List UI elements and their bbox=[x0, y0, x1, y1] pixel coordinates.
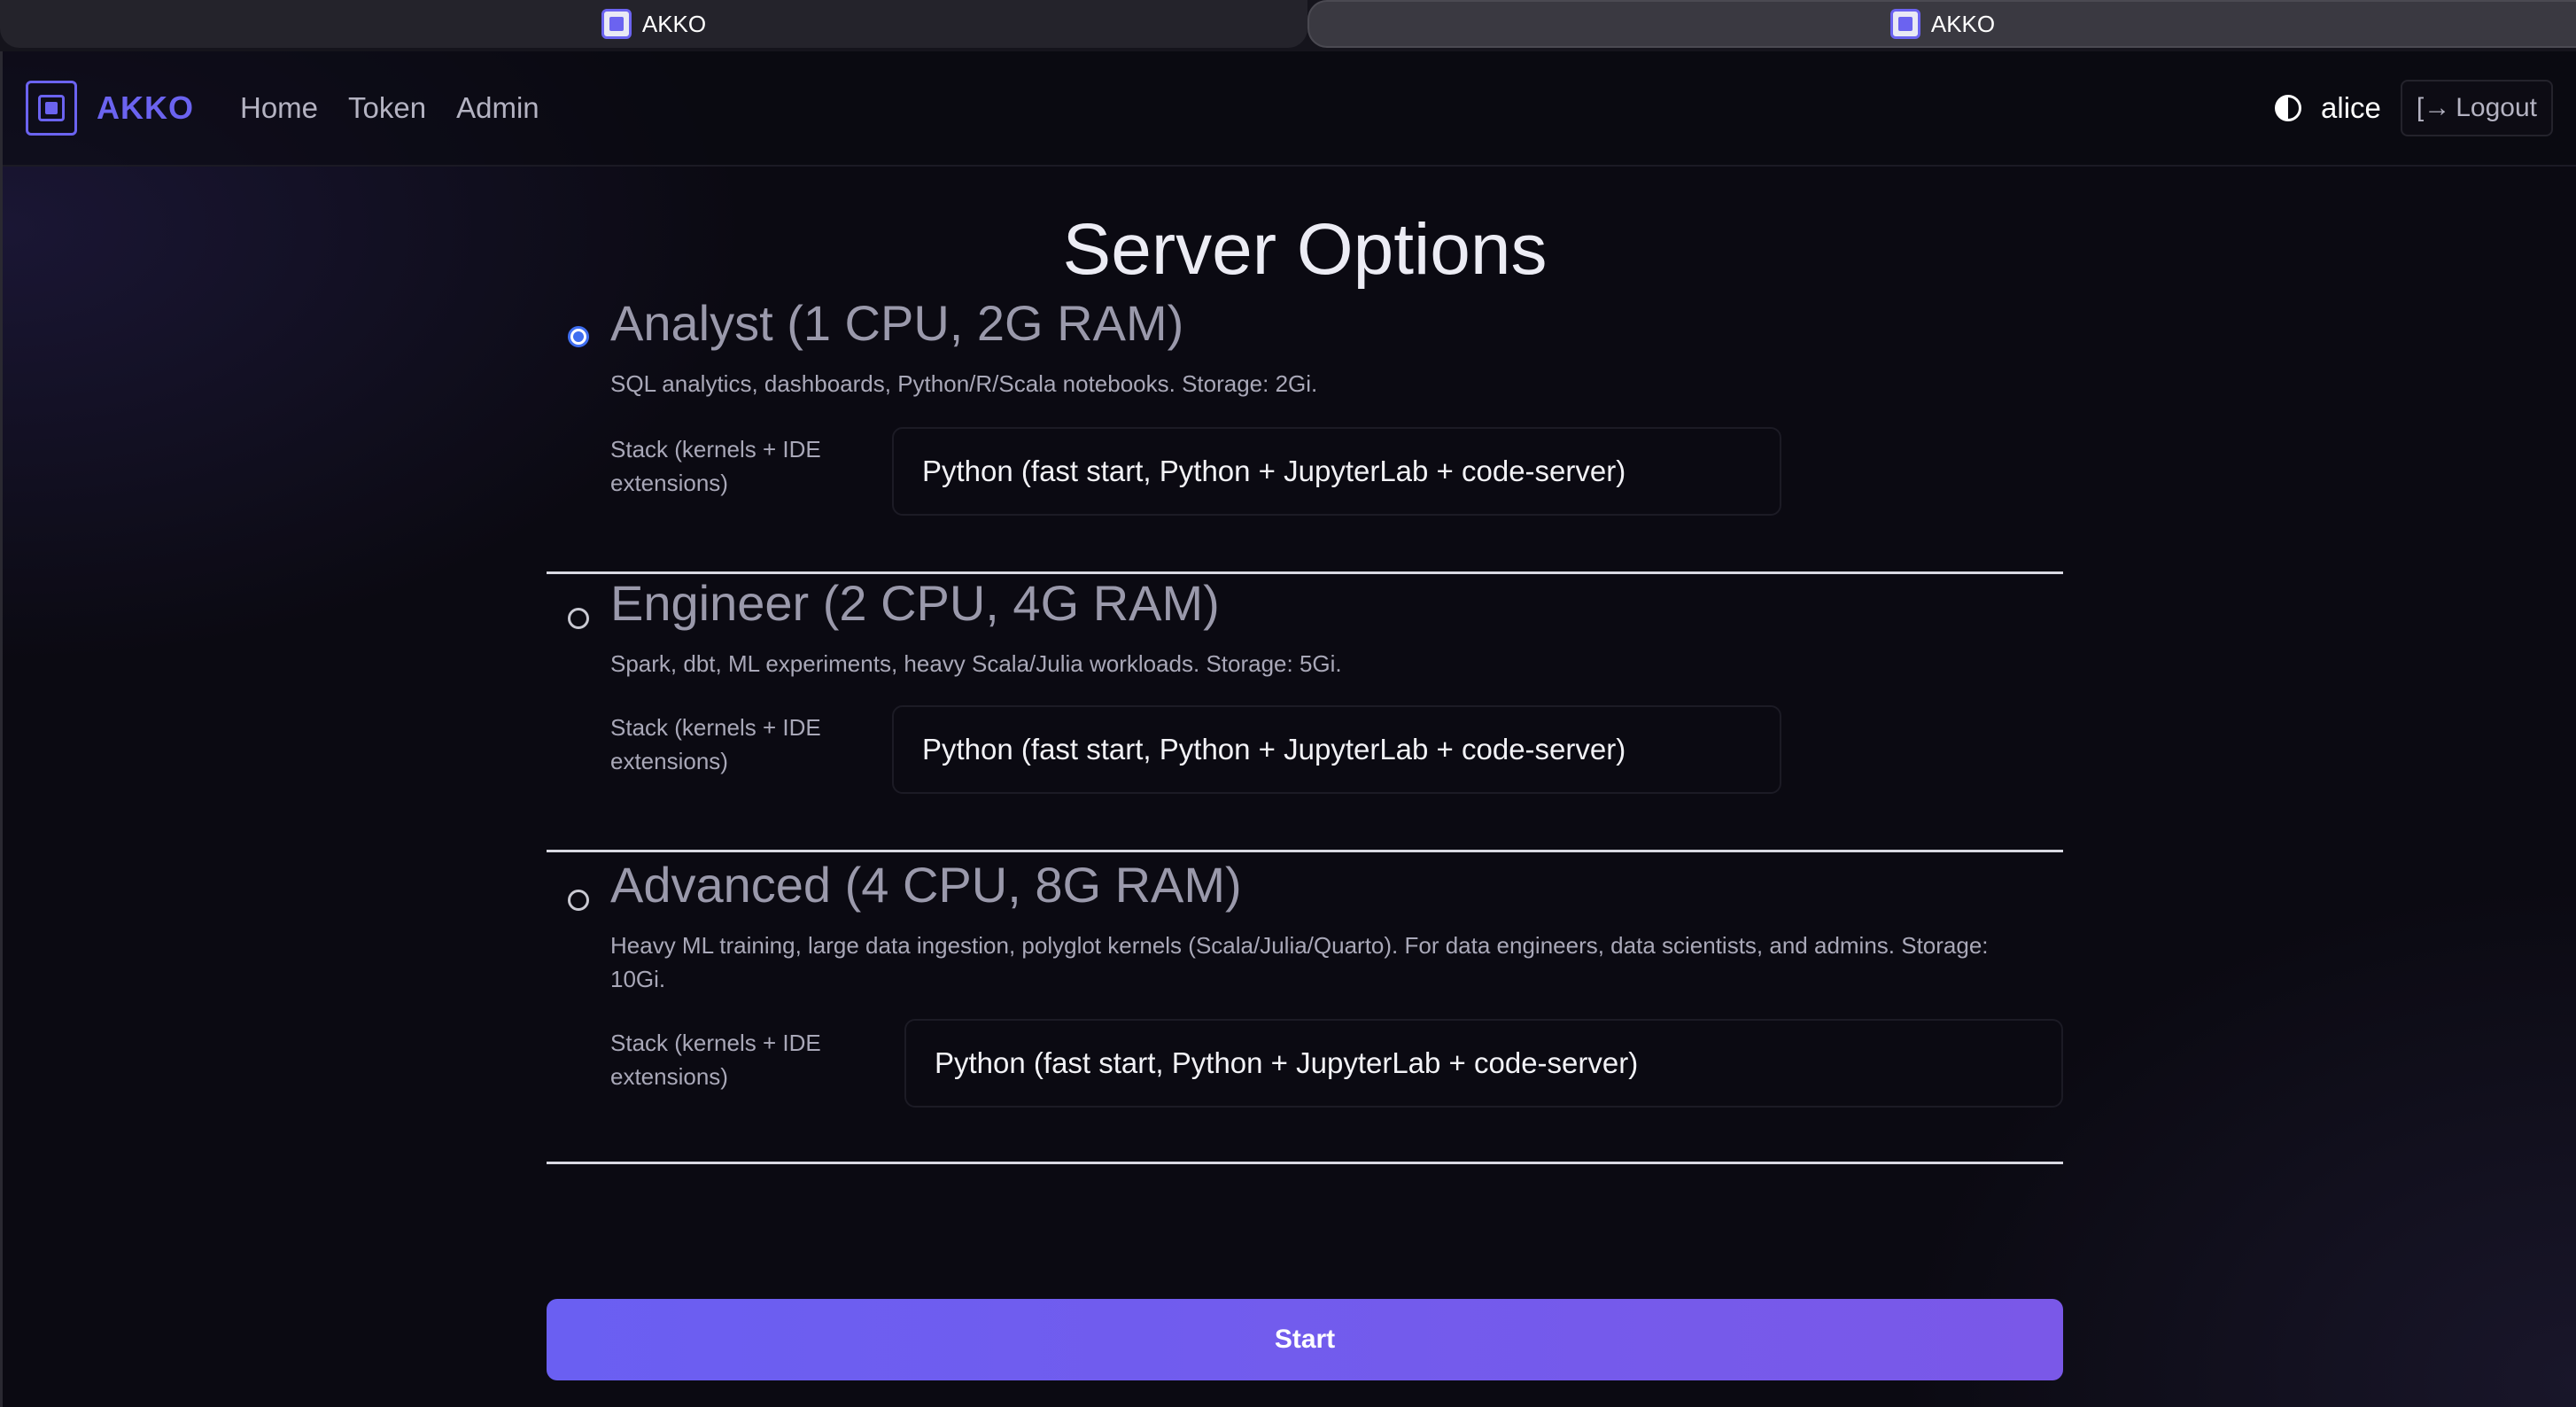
stack-label: Stack (kernels + IDE extensions) bbox=[610, 436, 821, 496]
radio-advanced[interactable] bbox=[568, 890, 589, 911]
option-title: Engineer (2 CPU, 4G RAM) bbox=[610, 575, 1220, 631]
nav-link-admin[interactable]: Admin bbox=[456, 91, 539, 125]
navbar: AKKO Home Token Admin alice [→ Logout bbox=[3, 51, 2576, 167]
server-options-form: Server Options Analyst (1 CPU, 2G RAM) S… bbox=[547, 167, 2063, 1380]
profile-option-engineer[interactable]: Engineer (2 CPU, 4G RAM) Spark, dbt, ML … bbox=[547, 574, 2063, 852]
akko-logo-icon[interactable] bbox=[26, 81, 77, 136]
profile-option-advanced[interactable]: Advanced (4 CPU, 8G RAM) Heavy ML traini… bbox=[547, 852, 2063, 1164]
akko-favicon-icon bbox=[601, 9, 632, 39]
stack-select[interactable]: Python (fast start, Python + JupyterLab … bbox=[892, 705, 1781, 794]
stack-label: Stack (kernels + IDE extensions) bbox=[610, 714, 821, 774]
stack-label: Stack (kernels + IDE extensions) bbox=[610, 1030, 821, 1090]
stack-select[interactable]: Python (fast start, Python + JupyterLab … bbox=[904, 1019, 2063, 1108]
radio-analyst[interactable] bbox=[568, 326, 589, 347]
app-window: AKKO Home Token Admin alice [→ Logout Se… bbox=[0, 51, 2576, 1407]
option-description: Spark, dbt, ML experiments, heavy Scala/… bbox=[610, 650, 1342, 677]
brand-name[interactable]: AKKO bbox=[97, 89, 194, 127]
radio-engineer[interactable] bbox=[568, 608, 589, 629]
option-title: Advanced (4 CPU, 8G RAM) bbox=[610, 857, 1242, 913]
logout-label: Logout bbox=[2456, 93, 2537, 122]
browser-tab-title: AKKO bbox=[641, 10, 707, 37]
username: alice bbox=[2321, 91, 2381, 124]
logout-icon: [→ bbox=[2416, 93, 2451, 122]
browser-tab-strip: AKKO AKKO bbox=[0, 0, 2576, 51]
nav-link-token[interactable]: Token bbox=[348, 91, 426, 125]
akko-favicon-icon bbox=[1889, 9, 1920, 39]
option-description: SQL analytics, dashboards, Python/R/Scal… bbox=[610, 370, 1318, 397]
browser-tab-active[interactable]: AKKO bbox=[1307, 0, 2576, 48]
theme-toggle-icon[interactable] bbox=[2275, 95, 2302, 121]
logout-button[interactable]: [→ Logout bbox=[2400, 80, 2553, 136]
stack-select[interactable]: Python (fast start, Python + JupyterLab … bbox=[892, 427, 1781, 516]
browser-tab-title: AKKO bbox=[1930, 10, 1996, 37]
nav-link-home[interactable]: Home bbox=[240, 91, 318, 125]
page-title: Server Options bbox=[1062, 209, 1548, 290]
option-description: Heavy ML training, large data ingestion,… bbox=[610, 932, 1989, 992]
profile-option-analyst[interactable]: Analyst (1 CPU, 2G RAM) SQL analytics, d… bbox=[547, 294, 2063, 574]
option-title: Analyst (1 CPU, 2G RAM) bbox=[610, 295, 1184, 351]
browser-tab[interactable]: AKKO bbox=[0, 0, 1307, 48]
start-button[interactable]: Start bbox=[547, 1299, 2063, 1380]
